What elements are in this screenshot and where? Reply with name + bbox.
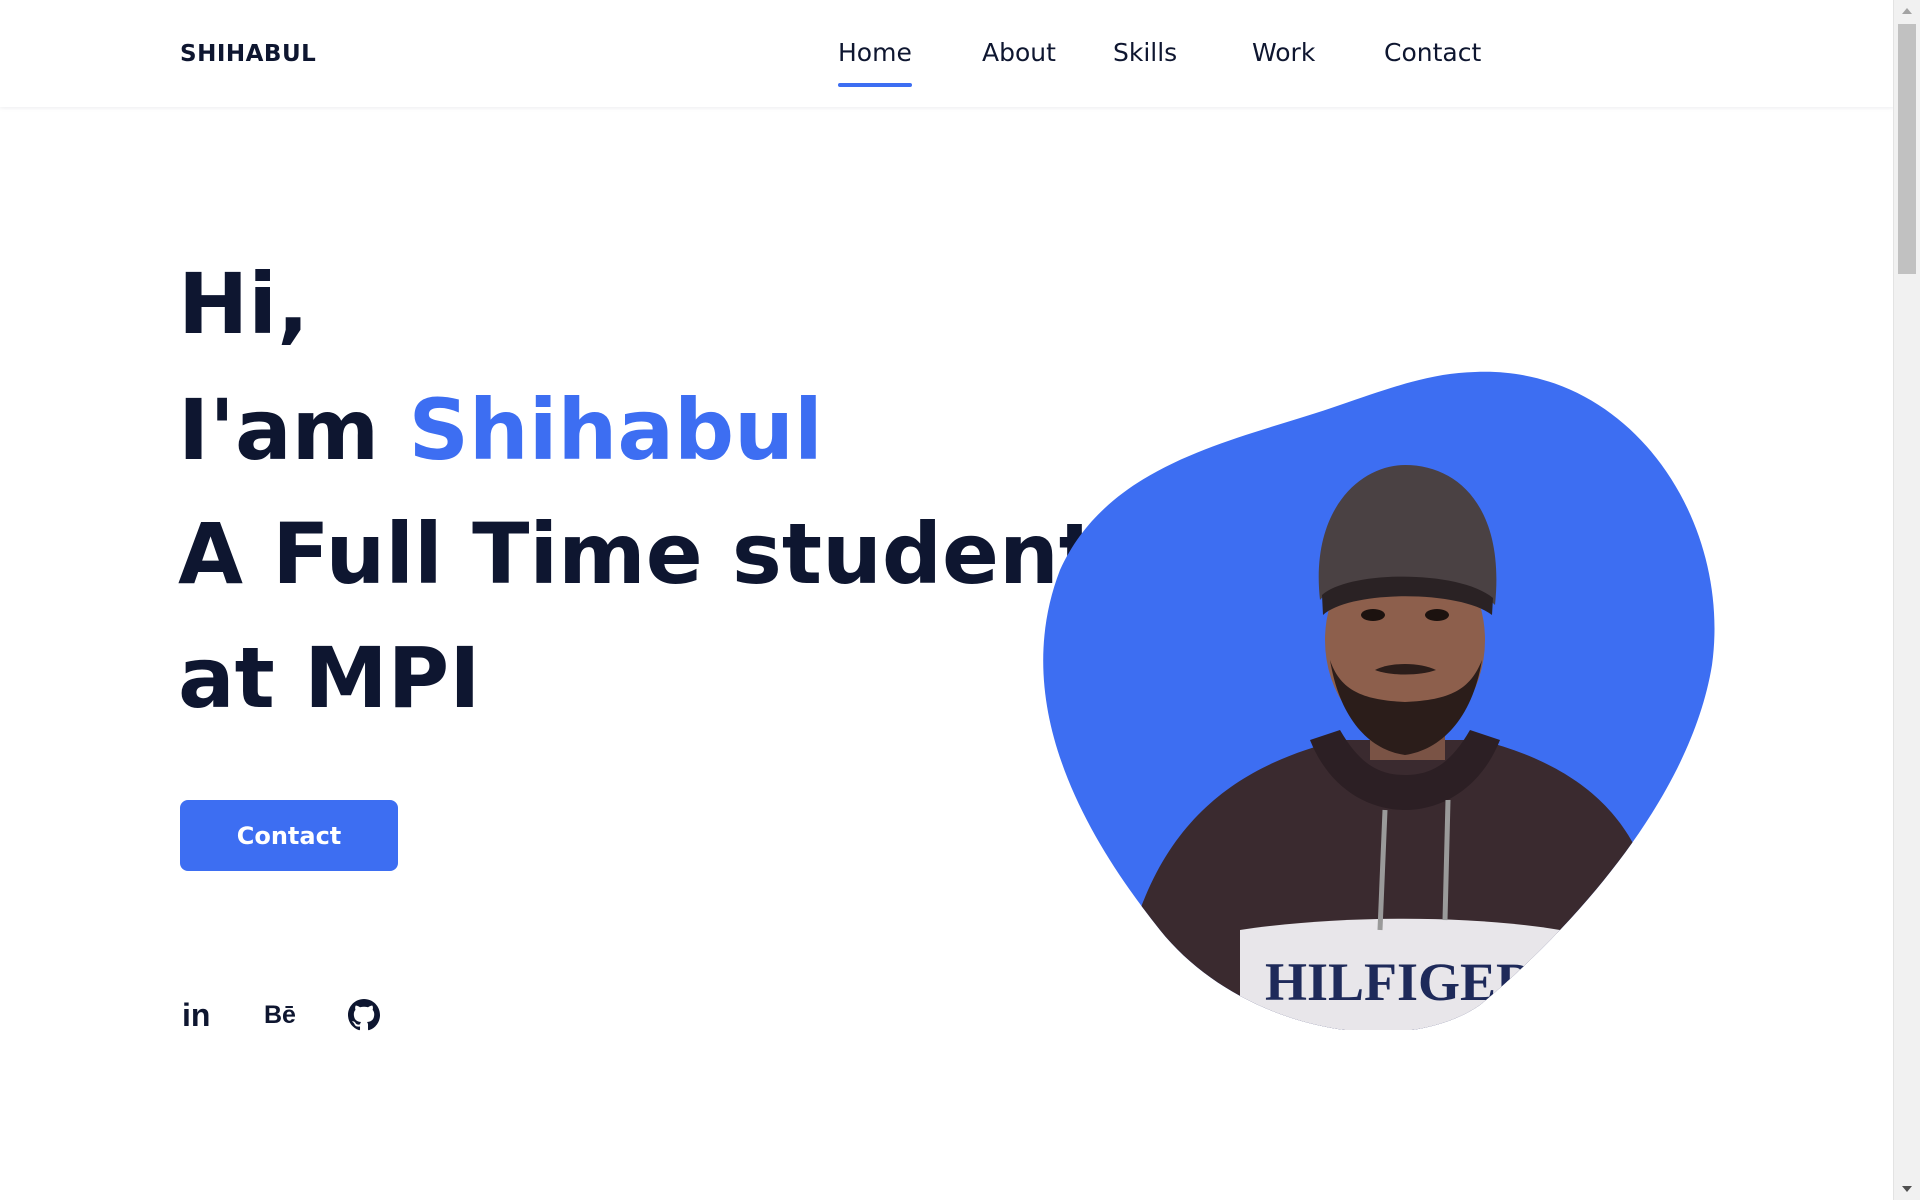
site-header: SHIHABUL Home About Skills Work Contact xyxy=(0,0,1894,107)
github-icon[interactable] xyxy=(348,995,380,1035)
scrollbar-thumb[interactable] xyxy=(1898,24,1916,274)
scroll-up-icon[interactable] xyxy=(1902,8,1912,14)
nav-home[interactable]: Home xyxy=(838,38,912,87)
hero-name: Shihabul xyxy=(408,381,823,479)
page-scrollbar[interactable] xyxy=(1893,0,1920,1200)
shirt-print-text: HILFIGER xyxy=(1265,952,1536,1012)
hero-intro-prefix: I'am xyxy=(178,381,409,479)
linkedin-icon[interactable]: in xyxy=(182,995,210,1035)
nav-contact[interactable]: Contact xyxy=(1384,38,1481,67)
hero-greeting: Hi, xyxy=(178,255,310,353)
nav-about[interactable]: About xyxy=(982,38,1056,67)
behance-icon[interactable]: Bē xyxy=(264,995,296,1035)
nav-skills[interactable]: Skills xyxy=(1113,38,1177,67)
logo[interactable]: SHIHABUL xyxy=(180,41,316,67)
hero-role: A Full Time student xyxy=(178,505,1099,603)
hero-blob-image: HILFIGER xyxy=(1043,371,1715,1030)
page: SHIHABUL Home About Skills Work Contact … xyxy=(0,0,1920,1200)
nav-work[interactable]: Work xyxy=(1252,38,1315,67)
contact-button[interactable]: Contact xyxy=(180,800,398,871)
hero-institution: at MPI xyxy=(178,629,481,727)
hero-intro: I'am Shihabul xyxy=(178,388,823,472)
scroll-down-icon[interactable] xyxy=(1902,1186,1912,1192)
